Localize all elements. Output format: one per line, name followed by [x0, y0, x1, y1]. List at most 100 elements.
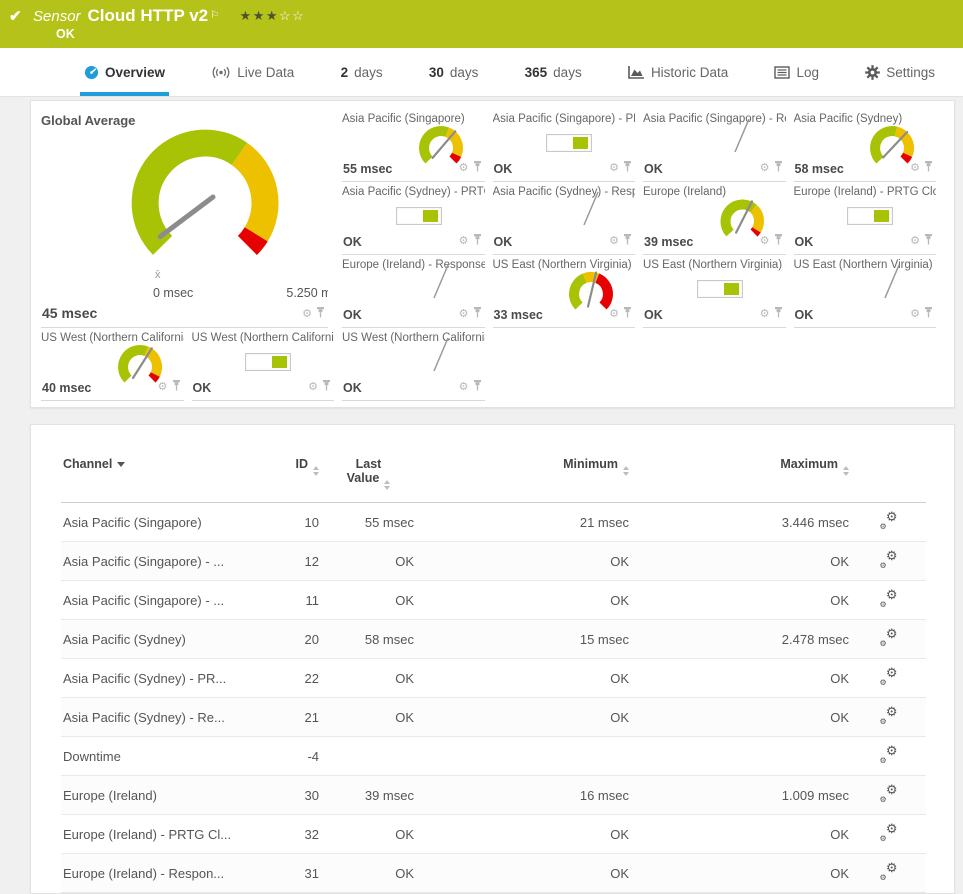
- channel-tile[interactable]: Asia Pacific (Singapore) 55 msec ⚙: [342, 109, 485, 182]
- table-row[interactable]: Europe (Ireland) 30 39 msec 16 msec 1.009 ms…: [61, 775, 926, 815]
- needle-indicator: [569, 185, 609, 236]
- channel-tile[interactable]: US West (Northern California)... OK ⚙: [191, 328, 334, 401]
- channel-settings-icon[interactable]: ⚙ ⚙: [880, 860, 898, 882]
- cell-last-value: 58 msec: [321, 619, 416, 659]
- channel-settings-icon[interactable]: ⚙ ⚙: [880, 626, 898, 648]
- channel-tile[interactable]: Europe (Ireland) - PRTG Cloud... OK ⚙: [793, 182, 936, 255]
- gear-icon[interactable]: ⚙: [308, 382, 318, 393]
- cell-id: 20: [266, 619, 321, 659]
- tab-2-days[interactable]: 2 days: [337, 48, 387, 96]
- gear-icon[interactable]: ⚙: [910, 309, 920, 320]
- channel-settings-icon[interactable]: ⚙ ⚙: [880, 665, 898, 687]
- table-row[interactable]: Asia Pacific (Sydney) 20 58 msec 15 msec 2.4…: [61, 619, 926, 659]
- channel-tile[interactable]: Asia Pacific (Singapore) - Res... OK ⚙: [643, 109, 786, 182]
- channel-tile[interactable]: US East (Northern Virginia) 33 msec ⚙: [492, 255, 635, 328]
- tab-log[interactable]: Log: [770, 48, 823, 96]
- pin-icon[interactable]: [473, 232, 482, 250]
- column-header-max[interactable]: Maximum: [631, 451, 851, 503]
- channel-tile-value: 55 msec: [343, 162, 393, 176]
- column-header-channel[interactable]: Channel: [61, 451, 266, 503]
- channel-settings-icon[interactable]: ⚙ ⚙: [880, 548, 898, 570]
- channel-settings-icon[interactable]: ⚙ ⚙: [880, 782, 898, 804]
- pin-icon[interactable]: [623, 159, 632, 177]
- pin-icon[interactable]: [623, 305, 632, 323]
- gear-icon[interactable]: ⚙: [459, 163, 469, 174]
- cell-minimum: OK: [416, 853, 631, 893]
- channel-tile-value: 33 msec: [493, 308, 543, 322]
- channel-tile[interactable]: Asia Pacific (Sydney) - PRTG ... OK ⚙: [342, 182, 485, 255]
- channel-tile[interactable]: Asia Pacific (Sydney) - Respo... OK ⚙: [492, 182, 635, 255]
- gear-icon[interactable]: ⚙: [760, 309, 770, 320]
- gear-icon[interactable]: ⚙: [302, 309, 312, 320]
- channel-tile[interactable]: Europe (Ireland) 39 msec ⚙: [643, 182, 786, 255]
- pin-icon[interactable]: [774, 159, 783, 177]
- tab-365-days[interactable]: 365 days: [521, 48, 586, 96]
- gear-icon[interactable]: ⚙: [459, 309, 469, 320]
- channel-tile-value: OK: [343, 308, 362, 322]
- pin-icon[interactable]: [473, 378, 482, 396]
- gear-icon[interactable]: ⚙: [158, 382, 168, 393]
- channel-settings-icon[interactable]: ⚙ ⚙: [880, 587, 898, 609]
- cell-id: 31: [266, 853, 321, 893]
- priority-stars[interactable]: ★★★☆☆: [240, 8, 306, 23]
- table-row[interactable]: Asia Pacific (Singapore) - ... 12 OK OK OK ⚙ ⚙: [61, 541, 926, 581]
- channel-tile[interactable]: US East (Northern Virginia) - ... OK ⚙: [643, 255, 786, 328]
- global-average-tile[interactable]: Global Average x̄ 0 msec 5.250 msec 45 m…: [41, 109, 328, 328]
- pin-icon[interactable]: [774, 232, 783, 250]
- gear-icon[interactable]: ⚙: [760, 236, 770, 247]
- cell-channel: Asia Pacific (Sydney) - PR...: [61, 658, 266, 698]
- gear-icon[interactable]: ⚙: [910, 236, 920, 247]
- channel-settings-icon[interactable]: ⚙ ⚙: [880, 704, 898, 726]
- channel-settings-icon[interactable]: ⚙ ⚙: [880, 509, 898, 531]
- channel-tile[interactable]: US West (Northern California) 40 msec ⚙: [41, 328, 184, 401]
- channel-tile[interactable]: US West (Northern California)... OK ⚙: [342, 328, 485, 401]
- tab-overview[interactable]: Overview: [80, 48, 170, 96]
- tab-label: Overview: [105, 64, 166, 80]
- cell-last-value: OK: [321, 541, 416, 581]
- column-header-id[interactable]: ID: [266, 451, 321, 503]
- pin-icon[interactable]: [774, 305, 783, 323]
- column-header-min[interactable]: Minimum: [416, 451, 631, 503]
- channel-tile[interactable]: Europe (Ireland) - Response C... OK ⚙: [342, 255, 485, 328]
- channel-tile-value: 58 msec: [794, 162, 844, 176]
- sort-caret-icon: [117, 462, 126, 467]
- table-row[interactable]: Asia Pacific (Sydney) - Re... 21 OK OK OK ⚙ ⚙: [61, 697, 926, 737]
- tab-settings[interactable]: Settings: [861, 48, 939, 96]
- table-row[interactable]: Asia Pacific (Singapore) - ... 11 OK OK OK ⚙ ⚙: [61, 580, 926, 620]
- pin-icon[interactable]: [172, 378, 181, 396]
- gear-icon[interactable]: ⚙: [910, 163, 920, 174]
- pin-icon[interactable]: [924, 232, 933, 250]
- gear-icon[interactable]: ⚙: [459, 236, 469, 247]
- pin-icon[interactable]: [473, 305, 482, 323]
- gear-icon[interactable]: ⚙: [609, 163, 619, 174]
- pin-icon[interactable]: [473, 159, 482, 177]
- channel-tile[interactable]: Asia Pacific (Singapore) - PR... OK ⚙: [492, 109, 635, 182]
- pin-icon[interactable]: [924, 305, 933, 323]
- gear-icon[interactable]: ⚙: [760, 163, 770, 174]
- gear-icon[interactable]: ⚙: [609, 236, 619, 247]
- table-row[interactable]: Downtime -4 ⚙ ⚙: [61, 736, 926, 776]
- pin-icon[interactable]: [322, 378, 331, 396]
- gear-icon[interactable]: ⚙: [459, 382, 469, 393]
- tab-30-days[interactable]: 30 days: [425, 48, 483, 96]
- column-header-last[interactable]: Last Value: [321, 451, 416, 503]
- channel-settings-icon[interactable]: ⚙ ⚙: [880, 743, 898, 765]
- pin-icon[interactable]: [924, 159, 933, 177]
- tab-label: days: [354, 64, 383, 80]
- table-row[interactable]: Asia Pacific (Sydney) - PR... 22 OK OK OK ⚙ ⚙: [61, 658, 926, 698]
- table-row[interactable]: Europe (Ireland) - PRTG Cl... 32 OK OK OK ⚙ ⚙: [61, 814, 926, 854]
- tab-label: days: [553, 64, 582, 80]
- tab-historic-data[interactable]: Historic Data: [624, 48, 732, 96]
- channel-tile[interactable]: Asia Pacific (Sydney) 58 msec ⚙: [793, 109, 936, 182]
- tab-label: Historic Data: [650, 64, 729, 80]
- channel-settings-icon[interactable]: ⚙ ⚙: [880, 821, 898, 843]
- gear-icon[interactable]: ⚙: [609, 309, 619, 320]
- tile-footer-icons: ⚙: [760, 305, 783, 323]
- channel-tile[interactable]: US East (Northern Virginia) - ... OK ⚙: [793, 255, 936, 328]
- pin-icon[interactable]: [316, 305, 325, 323]
- tab-live-data[interactable]: Live Data: [207, 48, 298, 96]
- table-row[interactable]: Asia Pacific (Singapore) 10 55 msec 21 msec…: [61, 502, 926, 542]
- pin-icon[interactable]: [623, 232, 632, 250]
- status-check-icon: ✔: [9, 8, 22, 25]
- table-row[interactable]: Europe (Ireland) - Respon... 31 OK OK OK ⚙ ⚙: [61, 853, 926, 893]
